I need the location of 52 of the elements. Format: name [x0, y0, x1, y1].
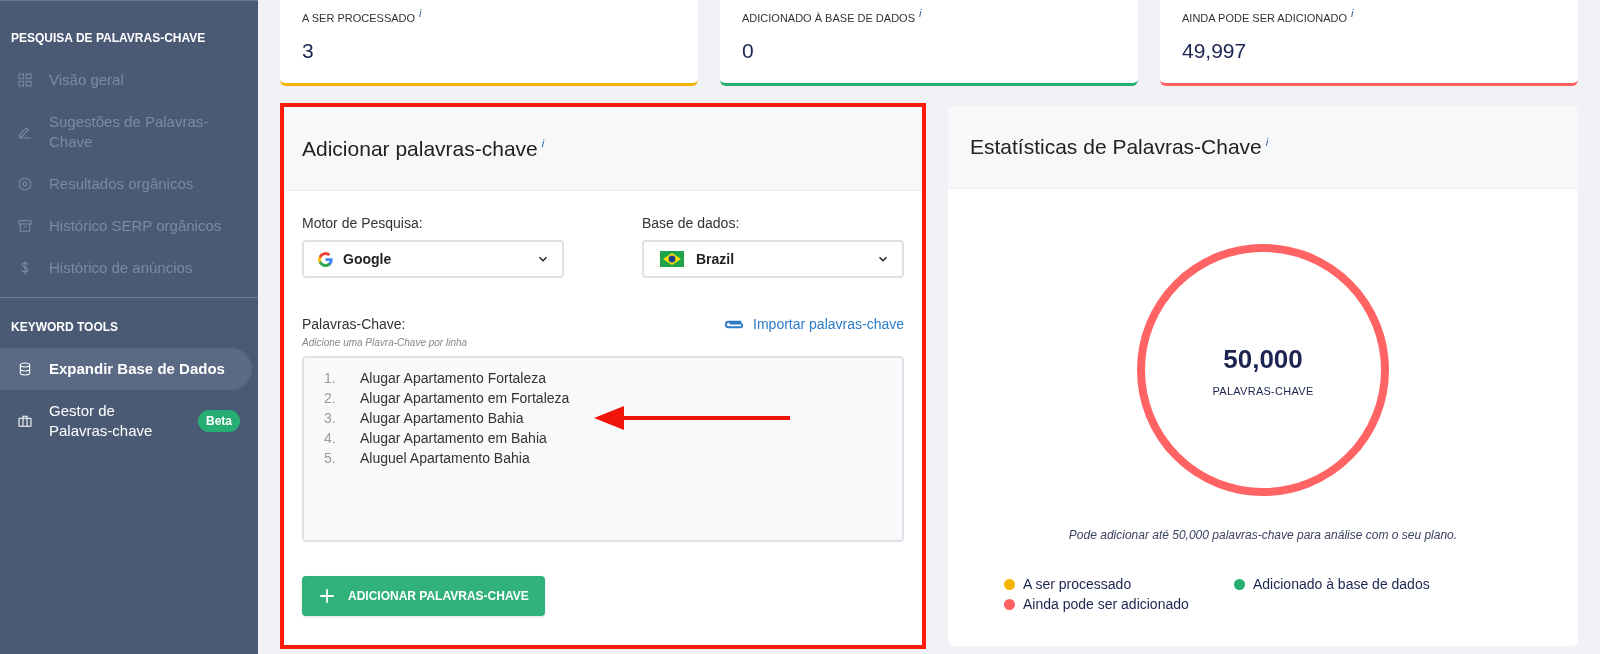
- nav-item[interactable]: Gestor de Palavras-chave Beta: [0, 390, 252, 452]
- keywords-textarea[interactable]: 1. Alugar Apartamento Fortaleza 2. Alugar Apartamento em Fortaleza 3. Alugar Apartamento Bahia 4. Alugar Apartamento em Bahia 5. Aluguel Apartamento Bahia: [302, 356, 904, 542]
- nav-item[interactable]: Expandir Base de Dados: [0, 348, 252, 390]
- add-keywords-panel: Adicionar palavras-chave $^{i}$ Motor de Pesquisa: Google Base de dados: Brazil Palavras-Chave: Adicione uma Plavra-Chave por linha Importar palavras-chave 1. Alugar Apartamento Fortaleza 2. Alugar Apartamento em Fortaleza 3. Alugar Apartamento Bahia 4. Alugar Apartamento em Bahia 5. Aluguel Apartamento Bahia ADICIONAR PALAVRAS-CHAVE: [280, 103, 926, 649]
- paperclip-icon: [723, 318, 746, 331]
- keywords-label: Palavras-Chave:: [302, 315, 407, 334]
- archive-icon: [17, 218, 33, 234]
- line-number: 5.: [324, 449, 337, 468]
- stat-value: 3: [302, 37, 315, 64]
- grid-icon: [17, 72, 33, 88]
- flag-icon: [660, 251, 684, 267]
- panel-title: Adicionar palavras-chave: [302, 135, 538, 162]
- keyword-line: Alugar Apartamento Bahia: [360, 409, 524, 428]
- legend-label: Ainda pode ser adicionado: [1023, 595, 1189, 614]
- dropdown[interactable]: Google: [302, 240, 564, 278]
- database-icon: [17, 361, 33, 377]
- legend-label: A ser processado: [1023, 575, 1132, 594]
- info-icon[interactable]: i: [419, 6, 422, 19]
- line-number: 3.: [324, 409, 337, 428]
- panel-title: Estatísticas de Palavras-Chave: [970, 134, 1262, 161]
- beta-badge: Beta: [198, 410, 240, 432]
- stat-label: A SER PROCESSADO: [302, 12, 416, 24]
- import-link[interactable]: Importar palavras-chave: [723, 314, 904, 335]
- line-number: 4.: [324, 429, 337, 448]
- section-title: PESQUISA DE PALAVRAS-CHAVE: [10, 30, 207, 47]
- info-icon[interactable]: i: [919, 6, 922, 19]
- section-title: KEYWORD TOOLS: [10, 319, 120, 336]
- pencil-icon: [17, 124, 33, 140]
- legend-label: Adicionado à base de dados: [1253, 575, 1430, 594]
- target-icon: [17, 176, 33, 192]
- line-number: 1.: [324, 369, 337, 388]
- stats-panel: Estatísticas de Palavras-Chave $^{i}$ 50,000 PALAVRAS-CHAVE Pode adicionar até 50,000 palavras-chave para análise com o seu plano. A ser processado Adicionado à base de dados Ainda pode ser adicionado: [948, 106, 1578, 646]
- plus-icon: [318, 587, 336, 605]
- info-icon[interactable]: i: [1351, 6, 1354, 19]
- stat-label: ADICIONADO À BASE DE DADOS: [742, 12, 915, 24]
- stat-value: 49,997: [1182, 37, 1248, 64]
- keyword-line: Alugar Apartamento em Bahia: [360, 429, 547, 448]
- dropdown[interactable]: Brazil: [642, 240, 904, 278]
- stat-value: 0: [742, 37, 755, 64]
- google-logo-icon: [316, 249, 335, 269]
- keyword-line: Aluguel Apartamento Bahia: [360, 449, 530, 468]
- field-label: Motor de Pesquisa:: [302, 214, 424, 233]
- line-number: 2.: [324, 389, 337, 408]
- briefcase-icon: [17, 413, 33, 429]
- keyword-line: Alugar Apartamento em Fortaleza: [360, 389, 570, 408]
- total-label: PALAVRAS-CHAVE: [1212, 384, 1314, 400]
- plan-note: Pode adicionar até 50,000 palavras-chave para análise com o seu plano.: [1068, 527, 1458, 544]
- field-label: Base de dados:: [642, 214, 741, 233]
- stat-label: AINDA PODE SER ADICIONADO: [1182, 12, 1348, 24]
- keywords-hint: Adicione uma Plavra-Chave por linha: [302, 336, 468, 350]
- keyword-line: Alugar Apartamento Fortaleza: [360, 369, 546, 388]
- total-value: 50,000: [1223, 343, 1303, 377]
